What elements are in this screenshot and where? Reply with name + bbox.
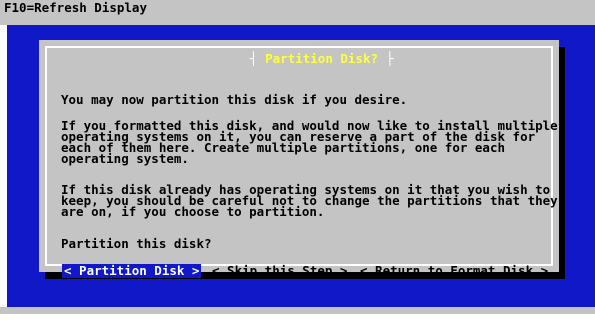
top-status-bar: F10=Refresh Display: [0, 0, 595, 25]
multi-os-message: If you formatted this disk, and would no…: [61, 118, 558, 166]
skip-step-button[interactable]: < Skip this Step >: [210, 264, 349, 278]
title-right-separator: ├: [386, 51, 394, 66]
bottom-margin: [0, 314, 595, 334]
refresh-hint: F10=Refresh Display: [4, 0, 147, 15]
dialog-title-bar: ┤ Partition Disk? ├: [39, 41, 559, 77]
bottom-status-bar: [0, 307, 595, 314]
partition-question: Partition this disk?: [61, 236, 212, 251]
partition-disk-button[interactable]: < Partition Disk >: [62, 264, 202, 278]
title-left-separator: ┤: [249, 51, 258, 66]
return-format-disk-button[interactable]: < Return to Format Disk >: [358, 264, 550, 278]
screen: F10=Refresh Display ┤ Partition Disk? ├ Yo…: [0, 0, 595, 334]
existing-os-warning: If this disk already has operating syste…: [61, 182, 558, 219]
partition-dialog: ┤ Partition Disk? ├ You may now partition …: [39, 40, 559, 278]
intro-message: You may now partition this disk if you d…: [61, 92, 408, 107]
dialog-title: Partition Disk?: [257, 51, 387, 66]
